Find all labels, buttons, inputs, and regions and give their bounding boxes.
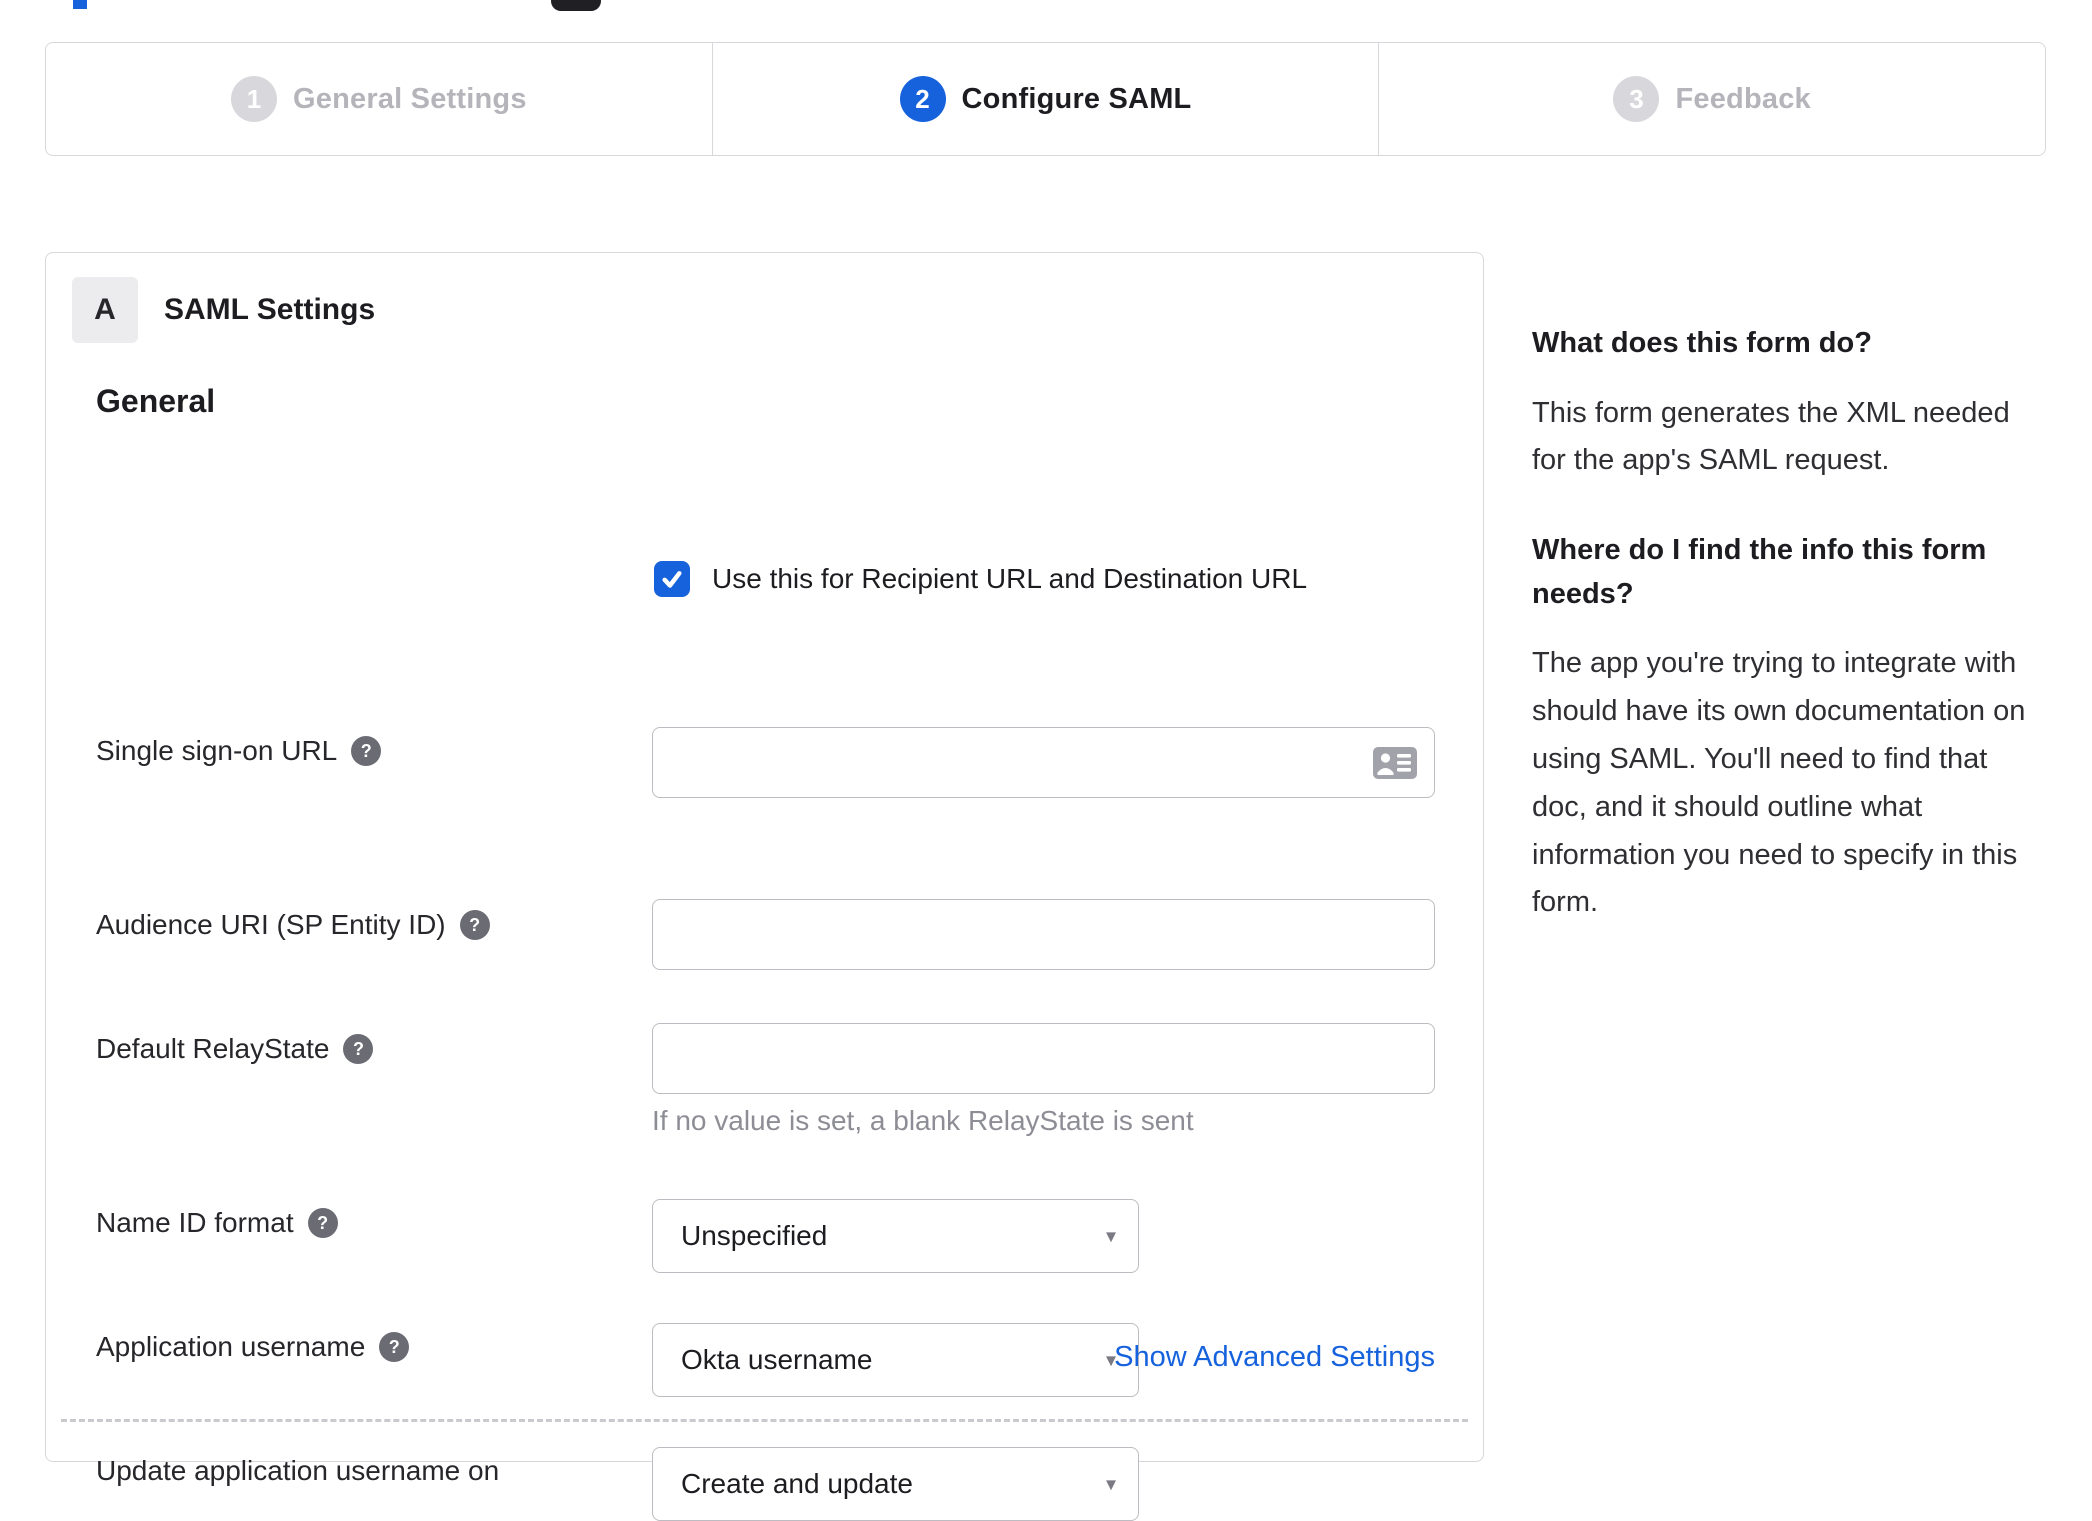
clipped-app-logo-fragment — [551, 0, 601, 11]
step-label: Feedback — [1675, 82, 1811, 115]
clipped-blue-logo-fragment — [73, 0, 87, 9]
update-username-value: Create and update — [681, 1468, 913, 1499]
sso-url-input-wrap — [652, 727, 1435, 798]
step-configure-saml[interactable]: 2 Configure SAML — [711, 43, 1379, 155]
application-username-value: Okta username — [681, 1344, 873, 1375]
name-id-format-value: Unspecified — [681, 1220, 828, 1251]
name-id-format-select[interactable]: Unspecified ▾ — [652, 1199, 1139, 1273]
name-id-format-label-text: Name ID format — [96, 1207, 294, 1238]
step-number-badge: 3 — [1613, 76, 1660, 122]
help-icon[interactable]: ? — [307, 1208, 338, 1238]
application-username-select[interactable]: Okta username ▾ — [652, 1323, 1139, 1397]
default-relaystate-label-text: Default RelayState — [96, 1033, 330, 1064]
help-icon[interactable]: ? — [459, 910, 490, 940]
help-icon[interactable]: ? — [351, 736, 382, 766]
default-relaystate-label: Default RelayState ? — [96, 1033, 374, 1065]
chevron-down-icon: ▾ — [1105, 1225, 1116, 1248]
recipient-url-checkbox[interactable] — [654, 561, 690, 597]
recipient-url-checkbox-label: Use this for Recipient URL and Destinati… — [712, 563, 1308, 594]
sso-url-label-text: Single sign-on URL — [96, 735, 338, 766]
panel-title: SAML Settings — [164, 293, 376, 326]
section-a-badge: A — [72, 277, 138, 343]
update-username-select[interactable]: Create and update ▾ — [652, 1447, 1139, 1521]
audience-uri-label-text: Audience URI (SP Entity ID) — [96, 909, 446, 940]
sso-url-input[interactable] — [652, 727, 1435, 798]
relaystate-hint: If no value is set, a blank RelayState i… — [652, 1105, 1194, 1136]
step-number-badge: 1 — [231, 76, 277, 122]
saml-settings-panel: A SAML Settings General Single sign-on U… — [45, 252, 1484, 1521]
help-q2-heading: Where do I find the info this form needs… — [1532, 534, 1987, 610]
step-number-badge: 2 — [899, 76, 946, 122]
application-username-label-text: Application username — [96, 1331, 366, 1362]
show-advanced-settings-link[interactable]: Show Advanced Settings — [1114, 1341, 1435, 1374]
help-q1-heading: What does this form do? — [1532, 327, 1872, 359]
help-icon[interactable]: ? — [379, 1332, 410, 1362]
help-q2-text: The app you're trying to integrate with … — [1532, 647, 2026, 919]
form-help-panel: What does this form do? This form genera… — [1532, 322, 2046, 927]
default-relaystate-input[interactable] — [652, 1023, 1435, 1094]
step-label: Configure SAML — [961, 82, 1192, 115]
chevron-down-icon: ▾ — [1105, 1473, 1116, 1496]
general-section-heading: General — [96, 383, 216, 419]
step-general-settings[interactable]: 1 General Settings — [46, 43, 712, 155]
wizard-stepper: 1 General Settings 2 Configure SAML 3 Fe… — [45, 42, 2046, 156]
help-q1-text: This form generates the XML needed for t… — [1532, 396, 2010, 477]
step-label: General Settings — [293, 82, 527, 115]
step-feedback[interactable]: 3 Feedback — [1378, 43, 2045, 155]
audience-uri-input[interactable] — [652, 899, 1435, 970]
update-username-label: Update application username on — [96, 1455, 499, 1487]
checkmark-icon — [662, 571, 682, 588]
application-username-label: Application username ? — [96, 1331, 410, 1363]
section-dashed-divider — [61, 1419, 1468, 1422]
help-icon[interactable]: ? — [343, 1034, 374, 1064]
contact-card-icon[interactable] — [1373, 746, 1417, 779]
sso-url-label: Single sign-on URL ? — [96, 735, 382, 767]
recipient-url-checkbox-row: Use this for Recipient URL and Destinati… — [654, 561, 1307, 597]
audience-uri-label: Audience URI (SP Entity ID) ? — [96, 909, 490, 941]
name-id-format-label: Name ID format ? — [96, 1207, 338, 1239]
update-username-label-text: Update application username on — [96, 1455, 500, 1486]
